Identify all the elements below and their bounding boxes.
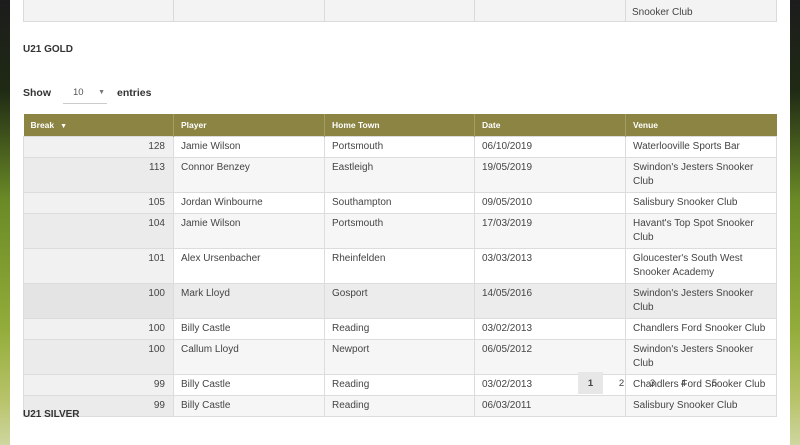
cell-break: 101 bbox=[23, 247, 174, 284]
table-row: 100 Mark Lloyd Gosport 14/05/2016 Swindon's … bbox=[23, 282, 777, 319]
cell-player: Billy Castle bbox=[173, 373, 325, 396]
cell-date: 06/10/2019 bbox=[474, 135, 626, 158]
cell-break: 100 bbox=[23, 338, 174, 375]
page-content: Snooker Club U21 GOLD Show 10 ▼ entries … bbox=[10, 0, 790, 445]
cell-venue: Salisbury Snooker Club bbox=[625, 191, 777, 214]
column-header-venue[interactable]: Venue bbox=[625, 114, 777, 136]
cell-date: 14/05/2016 bbox=[474, 282, 626, 319]
cell-date: 06/05/2012 bbox=[474, 338, 626, 375]
prev-cell-break bbox=[24, 0, 174, 21]
table-row: 100 Callum Lloyd Newport 06/05/2012 Swindon'… bbox=[23, 338, 777, 375]
prev-cell-player bbox=[174, 0, 325, 21]
cell-player: Jamie Wilson bbox=[173, 135, 325, 158]
cell-hometown: Portsmouth bbox=[324, 212, 475, 249]
cell-date: 06/03/2011 bbox=[474, 394, 626, 417]
entries-select[interactable]: 10 ▼ bbox=[63, 82, 107, 104]
cell-venue: Waterlooville Sports Bar bbox=[625, 135, 777, 158]
cell-hometown: Rheinfelden bbox=[324, 247, 475, 284]
page-button-4[interactable]: 4 bbox=[671, 372, 696, 394]
column-header-player[interactable]: Player bbox=[173, 114, 325, 136]
column-header-break[interactable]: Break ▼ bbox=[23, 114, 174, 136]
cell-hometown: Southampton bbox=[324, 191, 475, 214]
cell-venue: Havant's Top Spot Snooker Club bbox=[625, 212, 777, 249]
entries-length-control: Show 10 ▼ entries bbox=[23, 82, 152, 104]
cell-hometown: Portsmouth bbox=[324, 135, 475, 158]
prev-cell-venue: Snooker Club bbox=[632, 7, 693, 18]
cell-player: Jordan Winbourne bbox=[173, 191, 325, 214]
page-button-1[interactable]: 1 bbox=[578, 372, 603, 394]
section-title-gold: U21 GOLD bbox=[23, 44, 74, 55]
prev-cell-date bbox=[475, 0, 626, 21]
page-button-3[interactable]: 3 bbox=[640, 372, 665, 394]
cell-venue: Gloucester's South West Snooker Academy bbox=[625, 247, 777, 284]
column-header-date[interactable]: Date bbox=[474, 114, 626, 136]
cell-player: Callum Lloyd bbox=[173, 338, 325, 375]
cell-date: 19/05/2019 bbox=[474, 156, 626, 193]
cell-player: Connor Benzey bbox=[173, 156, 325, 193]
cell-date: 09/05/2010 bbox=[474, 191, 626, 214]
entries-label: entries bbox=[117, 87, 152, 99]
cell-hometown: Reading bbox=[324, 373, 475, 396]
section-title-silver: U21 SILVER bbox=[23, 409, 80, 420]
cell-break: 99 bbox=[23, 373, 174, 396]
chevron-down-icon: ▼ bbox=[98, 89, 105, 96]
pagination: 12345 bbox=[578, 372, 733, 394]
cell-date: 17/03/2019 bbox=[474, 212, 626, 249]
cell-player: Mark Lloyd bbox=[173, 282, 325, 319]
cell-break: 104 bbox=[23, 212, 174, 249]
table-row: 99 Billy Castle Reading 06/03/2011 Salisbury… bbox=[23, 394, 777, 417]
cell-hometown: Eastleigh bbox=[324, 156, 475, 193]
table-header-row: Break ▼ Player Home Town Date Venue bbox=[23, 114, 777, 136]
cell-venue: Swindon's Jesters Snooker Club bbox=[625, 156, 777, 193]
column-header-break-label: Break bbox=[30, 119, 55, 130]
cell-hometown: Newport bbox=[324, 338, 475, 375]
cell-break: 100 bbox=[23, 317, 174, 340]
cell-venue: Chandlers Ford Snooker Club bbox=[625, 317, 777, 340]
previous-table-fragment: Snooker Club bbox=[23, 0, 777, 22]
cell-venue: Swindon's Jesters Snooker Club bbox=[625, 282, 777, 319]
cell-hometown: Reading bbox=[324, 317, 475, 340]
page-button-5[interactable]: 5 bbox=[702, 372, 727, 394]
cell-venue: Salisbury Snooker Club bbox=[625, 394, 777, 417]
table-row: 101 Alex Ursenbacher Rheinfelden 03/03/2013… bbox=[23, 247, 777, 284]
page-button-2[interactable]: 2 bbox=[609, 372, 634, 394]
entries-select-value: 10 bbox=[73, 87, 84, 98]
cell-break: 113 bbox=[23, 156, 174, 193]
cell-date: 03/03/2013 bbox=[474, 247, 626, 284]
cell-player: Billy Castle bbox=[173, 394, 325, 417]
cell-hometown: Reading bbox=[324, 394, 475, 417]
table-row: 100 Billy Castle Reading 03/02/2013 Chandler… bbox=[23, 317, 777, 340]
cell-player: Jamie Wilson bbox=[173, 212, 325, 249]
prev-cell-hometown bbox=[325, 0, 475, 21]
cell-venue: Swindon's Jesters Snooker Club bbox=[625, 338, 777, 375]
cell-break: 100 bbox=[23, 282, 174, 319]
cell-player: Billy Castle bbox=[173, 317, 325, 340]
show-label: Show bbox=[23, 87, 51, 99]
cell-hometown: Gosport bbox=[324, 282, 475, 319]
column-header-hometown[interactable]: Home Town bbox=[324, 114, 475, 136]
cell-break: 105 bbox=[23, 191, 174, 214]
table-row: 104 Jamie Wilson Portsmouth 17/03/2019 Havan… bbox=[23, 212, 777, 249]
sort-desc-icon: ▼ bbox=[60, 122, 68, 130]
table-row: 128 Jamie Wilson Portsmouth 06/10/2019 Water… bbox=[23, 135, 777, 158]
table-row: 105 Jordan Winbourne Southampton 09/05/2010… bbox=[23, 191, 777, 214]
cell-break: 128 bbox=[23, 135, 174, 158]
table-row: 113 Connor Benzey Eastleigh 19/05/2019 Swind… bbox=[23, 156, 777, 193]
cell-player: Alex Ursenbacher bbox=[173, 247, 325, 284]
cell-date: 03/02/2013 bbox=[474, 317, 626, 340]
